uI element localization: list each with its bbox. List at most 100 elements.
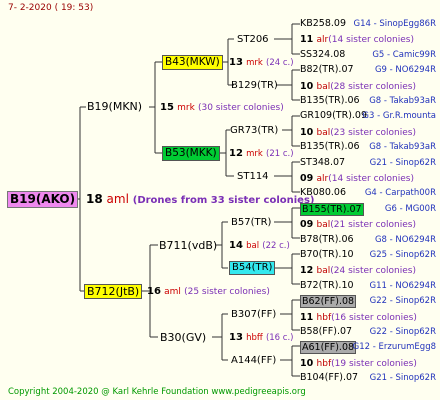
gen1-mother-count: 15 bbox=[160, 102, 174, 113]
root-annotation: (Drones from 33 sister colonies) bbox=[132, 195, 315, 206]
gen4-queen-name: B62(FF).08 bbox=[300, 295, 357, 308]
pedigree-chart: 7- 2-2020 ( 19: 53) B19(AKO) 18 aml (Dro… bbox=[0, 0, 440, 400]
root-group: aml bbox=[106, 192, 129, 206]
gen1-mother-group: mrk bbox=[177, 103, 195, 113]
gen4-colony-annotation: (19 sister colonies) bbox=[331, 359, 417, 369]
gen4-colony-count: 09 bbox=[300, 219, 317, 230]
gen4-colony-line: 11 hbf(16 sister colonies) bbox=[300, 311, 417, 325]
gen4-colony-group: bal bbox=[316, 220, 331, 230]
gen4-queen-id: G22 - Sinop62R bbox=[369, 296, 436, 306]
gen4-colony-annotation: (24 sister colonies) bbox=[330, 266, 416, 276]
gen1-mother-name: B19(MKN) bbox=[87, 100, 143, 113]
gen4-queen-id: G21 - Sinop62R bbox=[369, 158, 436, 168]
gen4-colony-line: 11 alr(14 sister colonies) bbox=[300, 33, 414, 47]
gen4-queen-id: G3 - Gr.R.mounta bbox=[362, 111, 436, 121]
gen1-mother-colony-info: 15 mrk (30 sister colonies) bbox=[160, 101, 284, 115]
gen4-colony-count: 10 bbox=[300, 127, 317, 138]
gen4-queen-id: G11 - NO6294R bbox=[369, 281, 436, 291]
gen4-queen-id: G21 - Sinop62R bbox=[369, 373, 436, 383]
copyright-footer: Copyright 2004-2020 @ Karl Kehrle Founda… bbox=[8, 387, 306, 397]
gen4-colony-group: bal bbox=[316, 128, 331, 138]
gen4-colony-group: alr bbox=[316, 174, 329, 184]
gen2-b30-count: 13 bbox=[229, 332, 243, 343]
gen2-b30-annotation: (16 c.) bbox=[265, 333, 294, 343]
gen4-queen-name: ST348.07 bbox=[300, 157, 346, 168]
gen4-colony-count: 11 bbox=[300, 34, 317, 45]
gen2-b30-info: 13 hbff (16 c.) bbox=[229, 331, 293, 345]
gen4-colony-line: 12 bal(24 sister colonies) bbox=[300, 264, 416, 278]
gen2-b53-name: B53(MKK) bbox=[165, 147, 217, 159]
gen2-node-b53: B53(MKK) bbox=[162, 146, 220, 161]
gen2-b43-name: B43(MKW) bbox=[165, 56, 220, 68]
gen2-b30-group: hbff bbox=[246, 333, 263, 343]
root-queen-box: B19(AKO) bbox=[7, 191, 79, 208]
gen4-queen-name: SS324.08 bbox=[300, 49, 346, 60]
gen2-b53-info: 12 mrk (21 c.) bbox=[229, 147, 294, 161]
gen4-colony-annotation: (21 sister colonies) bbox=[330, 220, 416, 230]
gen4-queen-name: B135(TR).06 bbox=[300, 95, 360, 106]
gen2-b53-annotation: (21 c.) bbox=[266, 149, 294, 159]
gen4-queen-id: G8 - Takab93aR bbox=[369, 96, 436, 106]
gen4-queen-name: KB258.09 bbox=[300, 18, 346, 29]
gen1-father-count: 16 bbox=[147, 286, 161, 297]
gen2-b30-name: B30(GV) bbox=[160, 331, 207, 344]
gen3-b54: B54(TR) bbox=[232, 262, 273, 273]
gen3-st114: ST114 bbox=[237, 171, 269, 182]
gen4-queen-id: G22 - Sinop62R bbox=[369, 327, 436, 337]
gen4-queen-name: B104(FF).07 bbox=[300, 372, 359, 383]
gen4-queen-id: G12 - ErzurumEgg8 bbox=[352, 342, 436, 352]
gen4-queen-id: G9 - NO6294R bbox=[374, 65, 436, 75]
gen4-colony-line: 09 alr(14 sister colonies) bbox=[300, 172, 414, 186]
gen4-queen-id: G14 - SinopEgg86R bbox=[353, 19, 437, 29]
gen3-gr73: GR73(TR) bbox=[230, 125, 279, 136]
gen4-colony-line: 10 bal(28 sister colonies) bbox=[300, 80, 416, 94]
gen4-colony-count: 09 bbox=[300, 173, 317, 184]
gen4-queen-name: B58(FF).07 bbox=[300, 326, 353, 337]
gen4-colony-count: 11 bbox=[300, 312, 317, 323]
gen3-st206: ST206 bbox=[237, 34, 269, 45]
gen1-father-annotation: (25 sister colonies) bbox=[184, 287, 270, 297]
gen2-b43-annotation: (24 c.) bbox=[266, 58, 294, 68]
gen4-colony-group: bal bbox=[316, 266, 331, 276]
root-queen-name: B19(AKO) bbox=[10, 192, 76, 206]
gen4-queen-name: KB080.06 bbox=[300, 187, 346, 198]
gen4-colony-count: 10 bbox=[300, 81, 317, 92]
gen4-colony-annotation: (16 sister colonies) bbox=[331, 313, 417, 323]
gen3-b307: B307(FF) bbox=[231, 309, 277, 320]
gen2-b53-count: 12 bbox=[229, 148, 243, 159]
gen4-queen-name: B72(TR).10 bbox=[300, 280, 354, 291]
gen4-queen-name: B70(TR).10 bbox=[300, 249, 354, 260]
gen2-b53-group: mrk bbox=[246, 149, 263, 159]
gen1-father-group: aml bbox=[164, 287, 181, 297]
gen2-b711-count: 14 bbox=[229, 240, 243, 251]
gen1-mother-annotation: (30 sister colonies) bbox=[197, 103, 284, 113]
gen4-colony-count: 10 bbox=[300, 358, 317, 369]
gen3-b129: B129(TR) bbox=[231, 80, 278, 91]
gen4-colony-count: 12 bbox=[300, 265, 317, 276]
gen3-b57: B57(TR) bbox=[231, 217, 272, 228]
root-count: 18 bbox=[86, 192, 103, 206]
gen1-father-box: B712(JtB) bbox=[84, 284, 143, 299]
gen2-b43-count: 13 bbox=[229, 57, 243, 68]
gen4-colony-group: hbf bbox=[316, 313, 332, 323]
gen4-queen-name: B155(TR).07 bbox=[300, 203, 364, 216]
gen4-colony-group: alr bbox=[316, 35, 329, 45]
gen4-queen-id: G8 - Takab93aR bbox=[369, 142, 436, 152]
gen4-colony-annotation: (14 sister colonies) bbox=[328, 174, 414, 184]
gen2-b43-info: 13 mrk (24 c.) bbox=[229, 56, 294, 70]
gen4-colony-line: 10 bal(23 sister colonies) bbox=[300, 126, 416, 140]
gen4-colony-group: hbf bbox=[316, 359, 332, 369]
gen3-a144: A144(FF) bbox=[231, 355, 277, 366]
gen2-b711-group: bal bbox=[246, 241, 260, 251]
gen4-colony-group: bal bbox=[316, 82, 331, 92]
gen2-b711-name: B711(vdB) bbox=[159, 239, 218, 252]
gen4-colony-line: 10 hbf(19 sister colonies) bbox=[300, 357, 417, 371]
gen4-queen-id: G4 - Carpath00R bbox=[364, 188, 436, 198]
gen1-father-colony-info: 16 aml (25 sister colonies) bbox=[147, 285, 270, 299]
gen4-colony-annotation: (14 sister colonies) bbox=[328, 35, 414, 45]
gen1-father-name: B712(JtB) bbox=[87, 285, 140, 298]
gen4-queen-name: B78(TR).06 bbox=[300, 234, 354, 245]
gen4-queen-name: GR109(TR).09 bbox=[300, 110, 368, 121]
gen4-colony-annotation: (23 sister colonies) bbox=[330, 128, 416, 138]
gen4-colony-line: 09 bal(21 sister colonies) bbox=[300, 218, 416, 232]
